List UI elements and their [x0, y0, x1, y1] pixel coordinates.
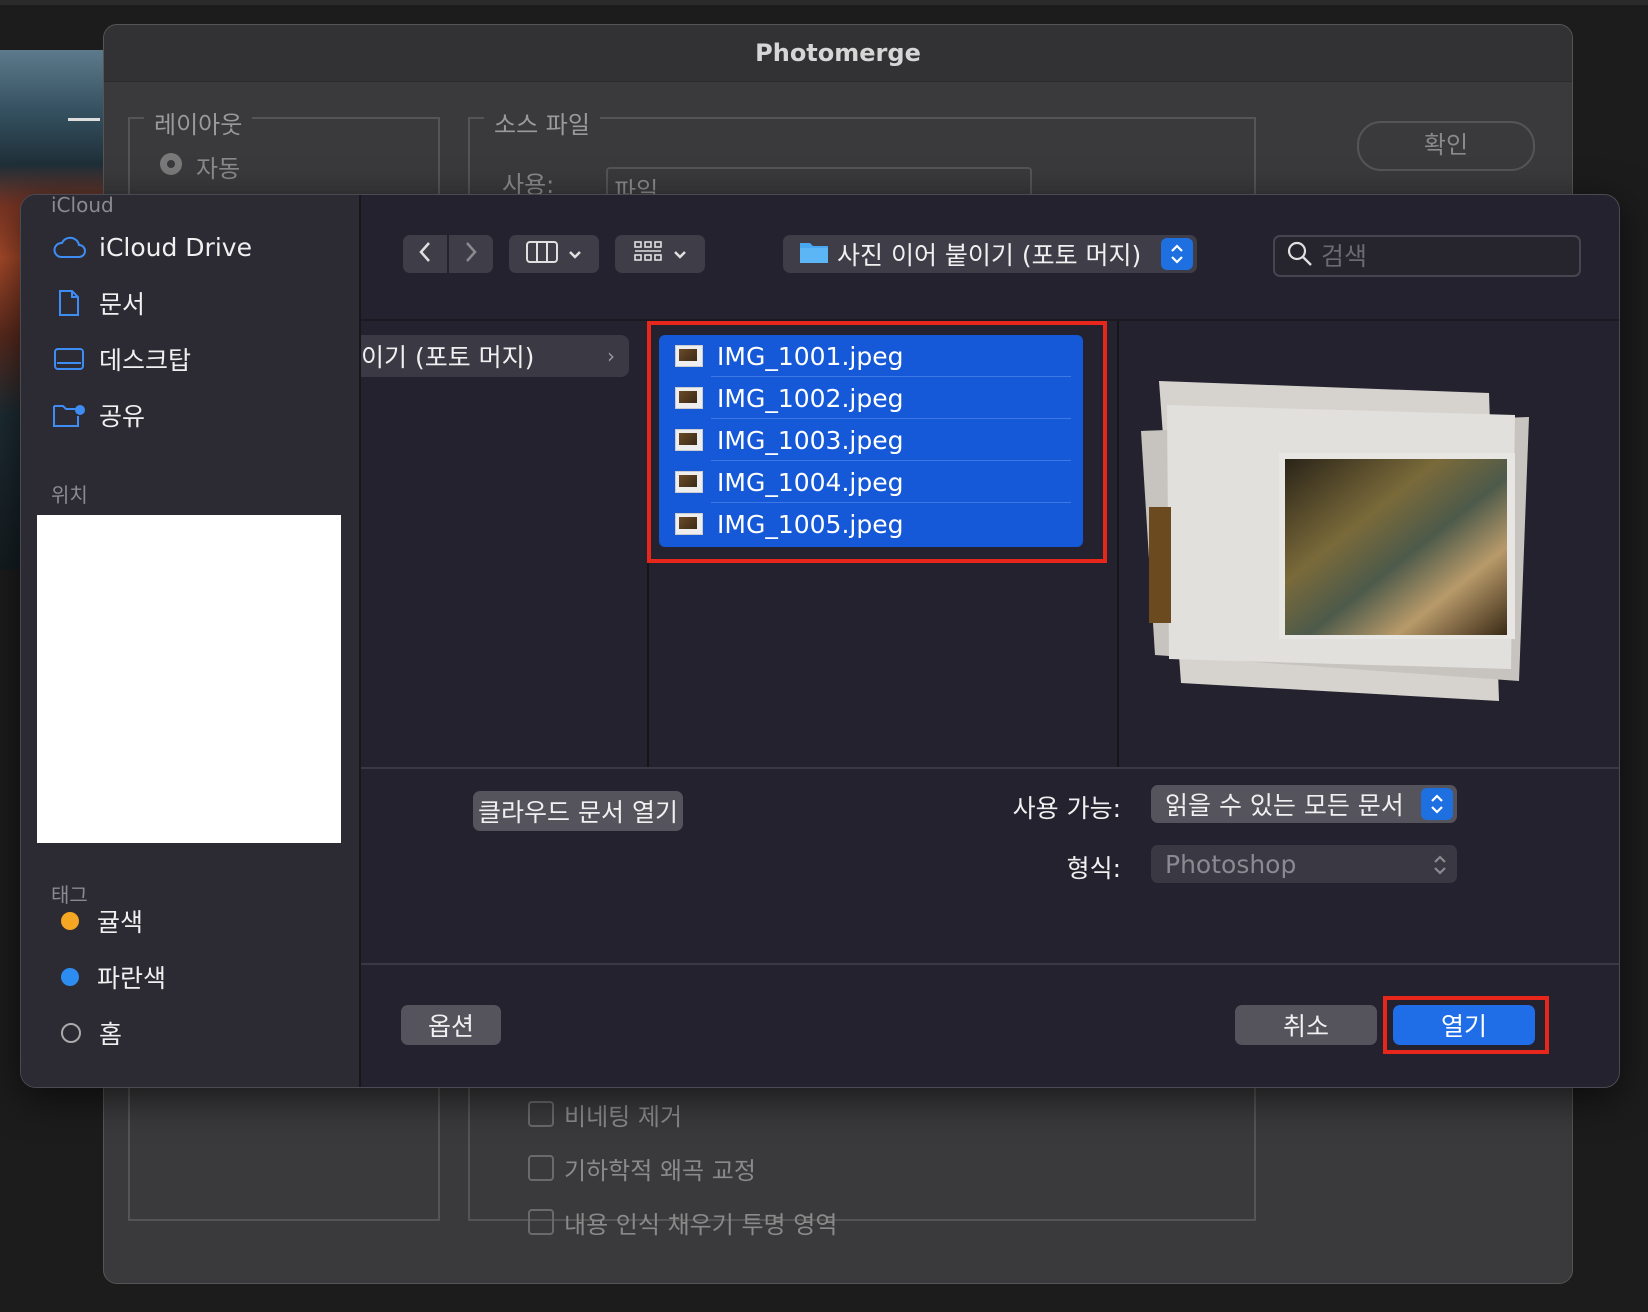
updown-chevron-icon	[1161, 238, 1193, 270]
orange-tag-dot-icon	[61, 912, 79, 930]
content-aware-checkbox[interactable]	[528, 1209, 554, 1235]
chevron-left-icon	[418, 241, 432, 267]
empty-tag-dot-icon	[61, 1023, 81, 1043]
preview-pane	[1119, 321, 1619, 767]
format-label: 형식:	[1066, 854, 1121, 883]
layout-auto-label: 자동	[196, 155, 241, 183]
document-icon	[51, 288, 87, 318]
sidebar-item-documents[interactable]: 문서	[51, 283, 341, 323]
folder-path-popup[interactable]: 사진 이어 붙이기 (포토 머지)	[783, 235, 1197, 273]
file-selection-highlight	[647, 321, 1107, 563]
content-aware-label: 내용 인식 채우기 투명 영역	[564, 1211, 838, 1239]
group-by-button[interactable]	[615, 235, 705, 273]
top-border	[0, 0, 1648, 5]
source-legend: 소스 파일	[484, 105, 600, 140]
sidebar: iCloud iCloud Drive 문서 데스크탑 공유 위치 태그 귤색 …	[21, 195, 361, 1087]
sidebar-item-shared[interactable]: 공유	[51, 395, 341, 435]
locations-section-header: 위치	[51, 483, 88, 507]
format-popup: Photoshop	[1151, 845, 1457, 883]
chevron-down-icon	[673, 245, 687, 264]
photomerge-title: Photomerge	[755, 39, 921, 67]
enable-label: 사용 가능:	[1012, 794, 1121, 823]
search-icon	[1287, 241, 1313, 271]
sidebar-item-icloud-drive[interactable]: iCloud Drive	[51, 227, 341, 267]
sidebar-tag-blue[interactable]: 파란색	[51, 957, 341, 997]
options-area: 클라우드 문서 열기 사용 가능: 읽을 수 있는 모든 문서 형식: Phot…	[361, 765, 1619, 965]
photomerge-titlebar: Photomerge	[104, 25, 1572, 82]
open-button-highlight	[1383, 996, 1549, 1054]
desktop-icon	[51, 344, 87, 374]
distortion-checkbox[interactable]	[528, 1155, 554, 1181]
open-cloud-documents-button[interactable]: 클라우드 문서 열기	[473, 791, 683, 831]
columns-view-icon	[526, 241, 558, 267]
cancel-button[interactable]: 취소	[1235, 1005, 1377, 1045]
toolbar: 사진 이어 붙이기 (포토 머지)	[361, 195, 1619, 319]
layout-auto-radio[interactable]	[160, 153, 182, 175]
distortion-label: 기하학적 왜곡 교정	[564, 1157, 756, 1185]
ok-button[interactable]: 확인	[1357, 121, 1535, 171]
file-browser: 이기 (포토 머지) › IMG_1001.jpeg IMG_1002.jpeg	[361, 319, 1619, 769]
enable-popup[interactable]: 읽을 수 있는 모든 문서	[1151, 785, 1457, 823]
current-folder-label: 사진 이어 붙이기 (포토 머지)	[837, 241, 1142, 270]
view-columns-button[interactable]	[509, 235, 599, 273]
dialog-footer: 옵션 취소 열기	[361, 965, 1619, 1087]
parent-column: 이기 (포토 머지) ›	[361, 321, 649, 767]
vignette-checkbox[interactable]	[528, 1101, 554, 1127]
open-file-dialog: iCloud iCloud Drive 문서 데스크탑 공유 위치 태그 귤색 …	[20, 194, 1620, 1088]
sidebar-tag-home[interactable]: 홈	[51, 1013, 341, 1053]
grid-icon	[633, 240, 663, 268]
shared-folder-icon	[51, 400, 87, 430]
folder-icon	[799, 240, 829, 268]
back-button[interactable]	[403, 235, 447, 273]
parent-folder-item[interactable]: 이기 (포토 머지) ›	[361, 335, 629, 377]
locations-list-redacted	[37, 515, 341, 843]
options-button[interactable]: 옵션	[401, 1005, 501, 1045]
blue-tag-dot-icon	[61, 968, 79, 986]
sidebar-item-desktop[interactable]: 데스크탑	[51, 339, 341, 379]
vignette-label: 비네팅 제거	[564, 1103, 683, 1131]
search-field[interactable]	[1273, 235, 1581, 277]
cloud-icon	[51, 232, 87, 262]
main-pane: 사진 이어 붙이기 (포토 머지) 이기 (포토 머지) ›	[361, 195, 1619, 1087]
icloud-section-header: iCloud	[51, 194, 114, 217]
chevron-right-icon: ›	[607, 344, 615, 368]
files-column: IMG_1001.jpeg IMG_1002.jpeg IMG_1003.jpe…	[647, 321, 1119, 767]
updown-chevron-icon	[1433, 853, 1447, 882]
forward-button[interactable]	[449, 235, 493, 273]
chevron-down-icon	[568, 245, 582, 264]
multi-image-preview	[1141, 381, 1529, 701]
chevron-right-icon	[464, 241, 478, 267]
sidebar-tag-orange[interactable]: 귤색	[51, 901, 341, 941]
search-input[interactable]	[1319, 240, 1543, 272]
layout-legend: 레이아웃	[144, 105, 253, 140]
updown-chevron-icon	[1421, 788, 1453, 820]
